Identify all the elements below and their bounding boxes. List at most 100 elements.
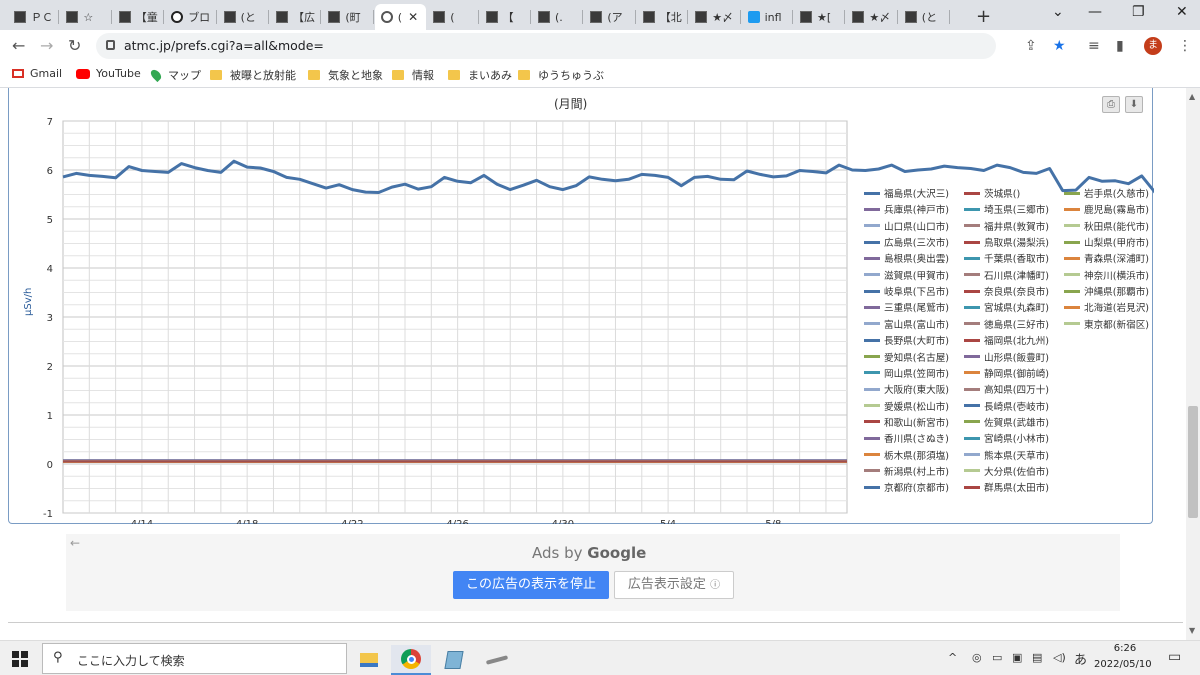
file-explorer-icon[interactable] [349,645,389,675]
tab-search-chevron-icon[interactable]: ⌄ [1052,4,1064,20]
legend-item[interactable]: 京都府(京都市) [864,480,949,494]
volume-icon[interactable]: ◁) [1053,651,1066,664]
legend-item[interactable]: 広島県(三次市) [864,235,949,249]
notification-icon[interactable]: ▭ [1168,649,1181,665]
browser-tab[interactable]: (ア [584,4,636,30]
legend-item[interactable]: 沖縄県(那覇市) [1064,284,1149,298]
browser-tab[interactable]: (と [218,4,269,30]
bookmark-item[interactable]: まいあみ [448,67,512,83]
browser-tab[interactable]: ☆ [60,4,112,30]
legend-item[interactable]: 鳥取県(湯梨浜) [964,235,1049,249]
legend-item[interactable]: 徳島県(三好市) [964,317,1049,331]
legend-item[interactable]: 大阪府(東大阪) [864,382,949,396]
browser-tab[interactable]: 【北 [637,4,689,30]
scroll-down-arrow-icon[interactable]: ▼ [1189,626,1195,635]
legend-item[interactable]: 高知県(四万十) [964,382,1049,396]
browser-tab[interactable]: (町 [322,4,374,30]
scroll-up-arrow-icon[interactable]: ▲ [1189,92,1195,101]
legend-item[interactable]: 佐賀県(武雄市) [964,415,1049,429]
legend-item[interactable]: 福岡県(北九州) [964,333,1049,347]
browser-tab[interactable]: ブロ [165,4,217,30]
legend-item[interactable]: 熊本県(天草市) [964,448,1049,462]
new-tab-button[interactable]: + [976,6,991,27]
legend-item[interactable]: 奈良県(奈良市) [964,284,1049,298]
legend-item[interactable]: 愛知県(名古屋) [864,350,949,364]
legend-item[interactable]: 青森県(深浦町) [1064,251,1149,265]
browser-tab[interactable]: ( [427,4,479,30]
media-control-icon[interactable]: ≡ [1088,38,1100,54]
show-hidden-icons-icon[interactable]: ^ [948,651,957,664]
legend-item[interactable]: 東京都(新宿区) [1064,317,1149,331]
maximize-button[interactable]: ❐ [1132,4,1145,20]
tray-app-icon[interactable]: ◎ [972,651,982,664]
legend-item[interactable]: 兵庫県(神戸市) [864,202,949,216]
chrome-icon[interactable] [391,645,431,675]
avatar[interactable]: ま [1144,37,1162,55]
stop-ad-button[interactable]: この広告の表示を停止 [453,571,609,599]
close-window-button[interactable]: ✕ [1176,4,1188,20]
forward-arrow-icon[interactable]: → [40,36,53,55]
browser-tab[interactable]: infl [742,4,793,30]
browser-tab[interactable]: 【 [480,4,531,30]
network-icon[interactable]: ▣ [1012,651,1022,664]
legend-item[interactable]: 岩手県(久慈市) [1064,186,1149,200]
page-scrollbar[interactable]: ▲ ▼ [1186,88,1200,640]
windows-start-icon[interactable] [12,651,28,667]
address-bar[interactable]: atmc.jp/prefs.cgi?a=all&mode= [96,33,996,59]
scroll-thumb[interactable] [1188,406,1198,518]
browser-tab[interactable]: ★[ [794,4,846,30]
clock-time[interactable]: 6:26 [1100,643,1150,654]
legend-item[interactable]: 島根県(奥出雲) [864,251,949,265]
url-text[interactable]: atmc.jp/prefs.cgi?a=all&mode= [124,38,324,53]
side-panel-icon[interactable]: ▮ [1116,38,1124,54]
pen-app-icon[interactable] [477,645,517,675]
browser-tab[interactable]: (✕ [374,4,427,30]
legend-item[interactable]: 群馬県(太田市) [964,480,1049,494]
browser-tab[interactable]: ＰＣ [8,4,60,30]
browser-tab[interactable]: 【広 [270,4,322,30]
notepad-icon[interactable] [434,645,474,675]
browser-tab[interactable]: ★〆 [689,4,741,30]
back-arrow-icon[interactable]: ← [12,36,25,55]
close-tab-icon[interactable]: ✕ [408,10,418,24]
bookmark-item[interactable]: マップ [148,67,201,83]
legend-item[interactable]: 栃木県(那須塩) [864,448,949,462]
browser-tab[interactable]: 【童 [113,4,165,30]
legend-item[interactable]: 石川県(津幡町) [964,268,1049,282]
bookmark-item[interactable]: 被曝と放射能 [210,67,296,83]
legend-item[interactable]: 大分県(佐伯市) [964,464,1049,478]
legend-item[interactable]: 愛媛県(松山市) [864,399,949,413]
bookmark-item[interactable]: ゆうちゅうぶ [518,67,604,83]
legend-item[interactable]: 山形県(飯豊町) [964,350,1049,364]
battery-icon[interactable]: ▭ [992,651,1002,664]
clock-date[interactable]: 2022/05/10 [1094,659,1152,670]
minimize-button[interactable]: — [1088,4,1102,20]
reload-icon[interactable]: ↻ [68,36,81,55]
bookmark-item[interactable]: YouTube [76,67,141,80]
legend-item[interactable]: 富山県(富山市) [864,317,949,331]
bookmark-item[interactable]: 情報 [392,67,434,83]
legend-item[interactable]: 山口県(山口市) [864,219,949,233]
browser-tab[interactable]: ★〆 [846,4,898,30]
menu-kebab-icon[interactable]: ⋮ [1178,38,1192,54]
meet-now-icon[interactable]: ▤ [1032,651,1042,664]
legend-item[interactable]: 神奈川(横浜市) [1064,268,1149,282]
legend-item[interactable]: 埼玉県(三郷市) [964,202,1049,216]
legend-item[interactable]: 福島県(大沢三) [864,186,949,200]
legend-item[interactable]: 三重県(尾鷲市) [864,300,949,314]
legend-item[interactable]: 新潟県(村上市) [864,464,949,478]
legend-item[interactable]: 長崎県(壱岐市) [964,399,1049,413]
legend-item[interactable]: 和歌山(新宮市) [864,415,949,429]
browser-tab[interactable]: (. [532,4,584,30]
legend-item[interactable]: 福井県(敦賀市) [964,219,1049,233]
legend-item[interactable]: 鹿児島(霧島市) [1064,202,1149,216]
legend-item[interactable]: 静岡県(御前崎) [964,366,1049,380]
ad-back-arrow-icon[interactable]: ← [70,536,80,550]
legend-item[interactable]: 宮崎県(小林市) [964,431,1049,445]
ad-settings-button[interactable]: 広告表示設定 ⓘ [614,571,734,599]
legend-item[interactable]: 宮城県(丸森町) [964,300,1049,314]
legend-item[interactable]: 北海道(岩見沢) [1064,300,1149,314]
bookmark-item[interactable]: Gmail [12,67,62,80]
bookmark-star-icon[interactable]: ★ [1053,38,1066,54]
legend-item[interactable]: 茨城県() [964,186,1020,200]
